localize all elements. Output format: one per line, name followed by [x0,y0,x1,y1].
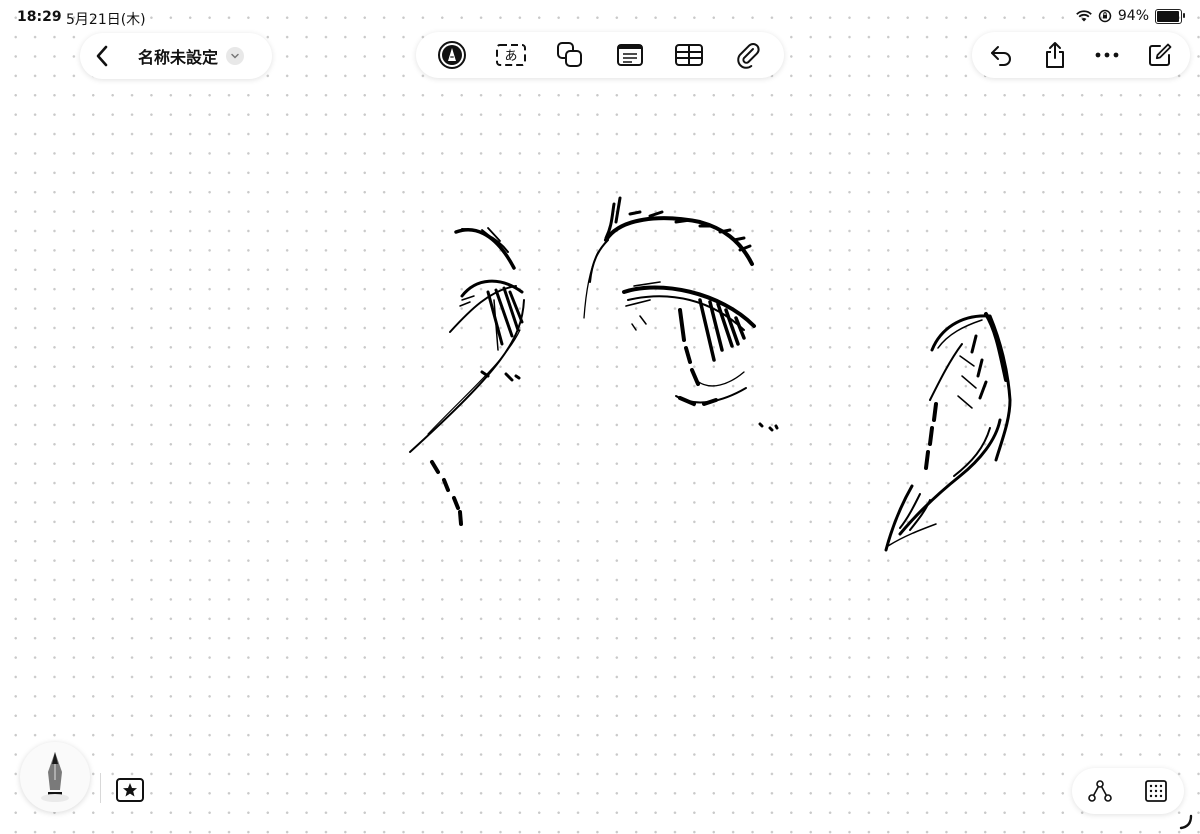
stroke-ear-dashes [924,402,938,470]
compose-button[interactable] [1140,35,1180,75]
stroke-ear-inner [929,343,963,401]
pen-tool-icon [41,752,69,802]
stroke-right-brow-hatch [628,210,752,252]
stroke-nose-bridge [589,239,609,283]
stroke-left-eye-lid-2 [449,285,517,333]
resize-corner-icon [1179,814,1193,830]
stroke-ear-inner-2 [970,334,988,400]
sticky-note-icon [616,44,643,66]
battery-percent: 94% [1117,8,1149,24]
stroke-right-eye-lid-2 [627,295,745,331]
attachment-icon [737,43,760,69]
stroke-left-eye-accent [459,295,475,307]
text-box-icon: あ [495,44,526,66]
stroke-left-cheek-marks [480,370,521,382]
star-icon [116,778,144,802]
stroke-ear-lobe-2 [953,427,991,477]
stroke-ear-rim [937,319,983,349]
stroke-left-chin [430,460,463,526]
stroke-left-eye-inner [493,299,499,351]
pen-tool-button[interactable] [20,742,90,812]
stroke-right-eye-lid [622,285,756,328]
more-icon [1095,52,1119,58]
grid-icon [1145,780,1167,802]
stroke-ear-base-2 [899,493,931,531]
grid-button[interactable] [1136,771,1176,811]
drawing-canvas [409,196,1012,552]
shapes-icon [557,42,583,67]
stroke-ear-outer [930,314,1012,462]
pen-markup-icon [437,41,466,69]
share-button[interactable] [1035,35,1075,75]
favorites-button[interactable] [108,768,152,812]
wifi-icon [1076,10,1092,22]
bottom-divider [100,773,101,803]
stroke-ear-lobe [898,418,1002,536]
undo-icon [991,46,1012,66]
rotation-lock-icon [1098,9,1112,23]
stroke-right-eye-lower [675,387,747,404]
canvas-options-pill [1072,768,1184,814]
stroke-left-brow [454,228,516,270]
stroke-left-brow-2 [461,228,509,253]
stroke-nose-bridge-2 [583,251,599,319]
battery-icon [1155,8,1185,24]
stroke-right-brow [604,216,754,266]
chevron-left-icon [96,45,108,67]
title-pill: 名称未設定 [80,33,272,79]
insert-toolbar: あ [416,32,784,78]
stroke-left-eye-lashes [486,286,524,346]
stroke-ear-base-3 [887,523,937,547]
stroke-right-eye-lower-2 [678,396,718,406]
stroke-ear-hatch [957,355,977,409]
stroke-right-eye-iris [678,308,700,386]
shapes-button[interactable] [550,35,590,75]
attachment-button[interactable] [728,35,768,75]
back-button[interactable] [80,34,124,78]
status-date: 5月21日(木) [66,12,146,28]
table-icon [674,44,703,66]
stroke-right-eye-lashes [698,298,746,362]
connector-icon [1088,780,1112,802]
connector-button[interactable] [1080,771,1120,811]
more-button[interactable] [1087,35,1127,75]
stroke-left-cheek-2 [427,329,521,435]
battery-fill [1157,10,1179,22]
sticky-note-button[interactable] [610,35,650,75]
status-time: 18:29 [17,9,62,25]
document-title[interactable]: 名称未設定 [138,44,218,68]
stroke-left-cheek [409,299,525,453]
status-bar: 18:29 5月21日(木) 94% [0,0,1200,34]
stroke-ear-base [884,484,914,552]
stroke-dots [758,422,779,432]
stroke-ear-outer-2 [984,312,1008,382]
text-box-button[interactable]: あ [491,35,531,75]
stroke-right-eye-inner [695,371,745,387]
stroke-left-eye-lid [460,279,524,298]
stroke-left-brow-3 [481,227,501,242]
share-icon [1045,42,1064,68]
pen-markup-button[interactable] [432,35,472,75]
compose-icon [1148,43,1172,66]
stroke-right-brow-2 [604,196,622,240]
stroke-right-eye-lid-3 [625,281,661,307]
sketch-strokes [409,196,1012,552]
actions-pill [972,32,1190,78]
chevron-down-icon [231,53,239,59]
status-right: 94% [1076,8,1185,24]
title-menu-button[interactable] [226,47,245,65]
text-box-glyph: あ [504,49,517,64]
undo-button[interactable] [982,35,1022,75]
table-button[interactable] [669,35,709,75]
stroke-right-eye-marks [631,315,647,331]
